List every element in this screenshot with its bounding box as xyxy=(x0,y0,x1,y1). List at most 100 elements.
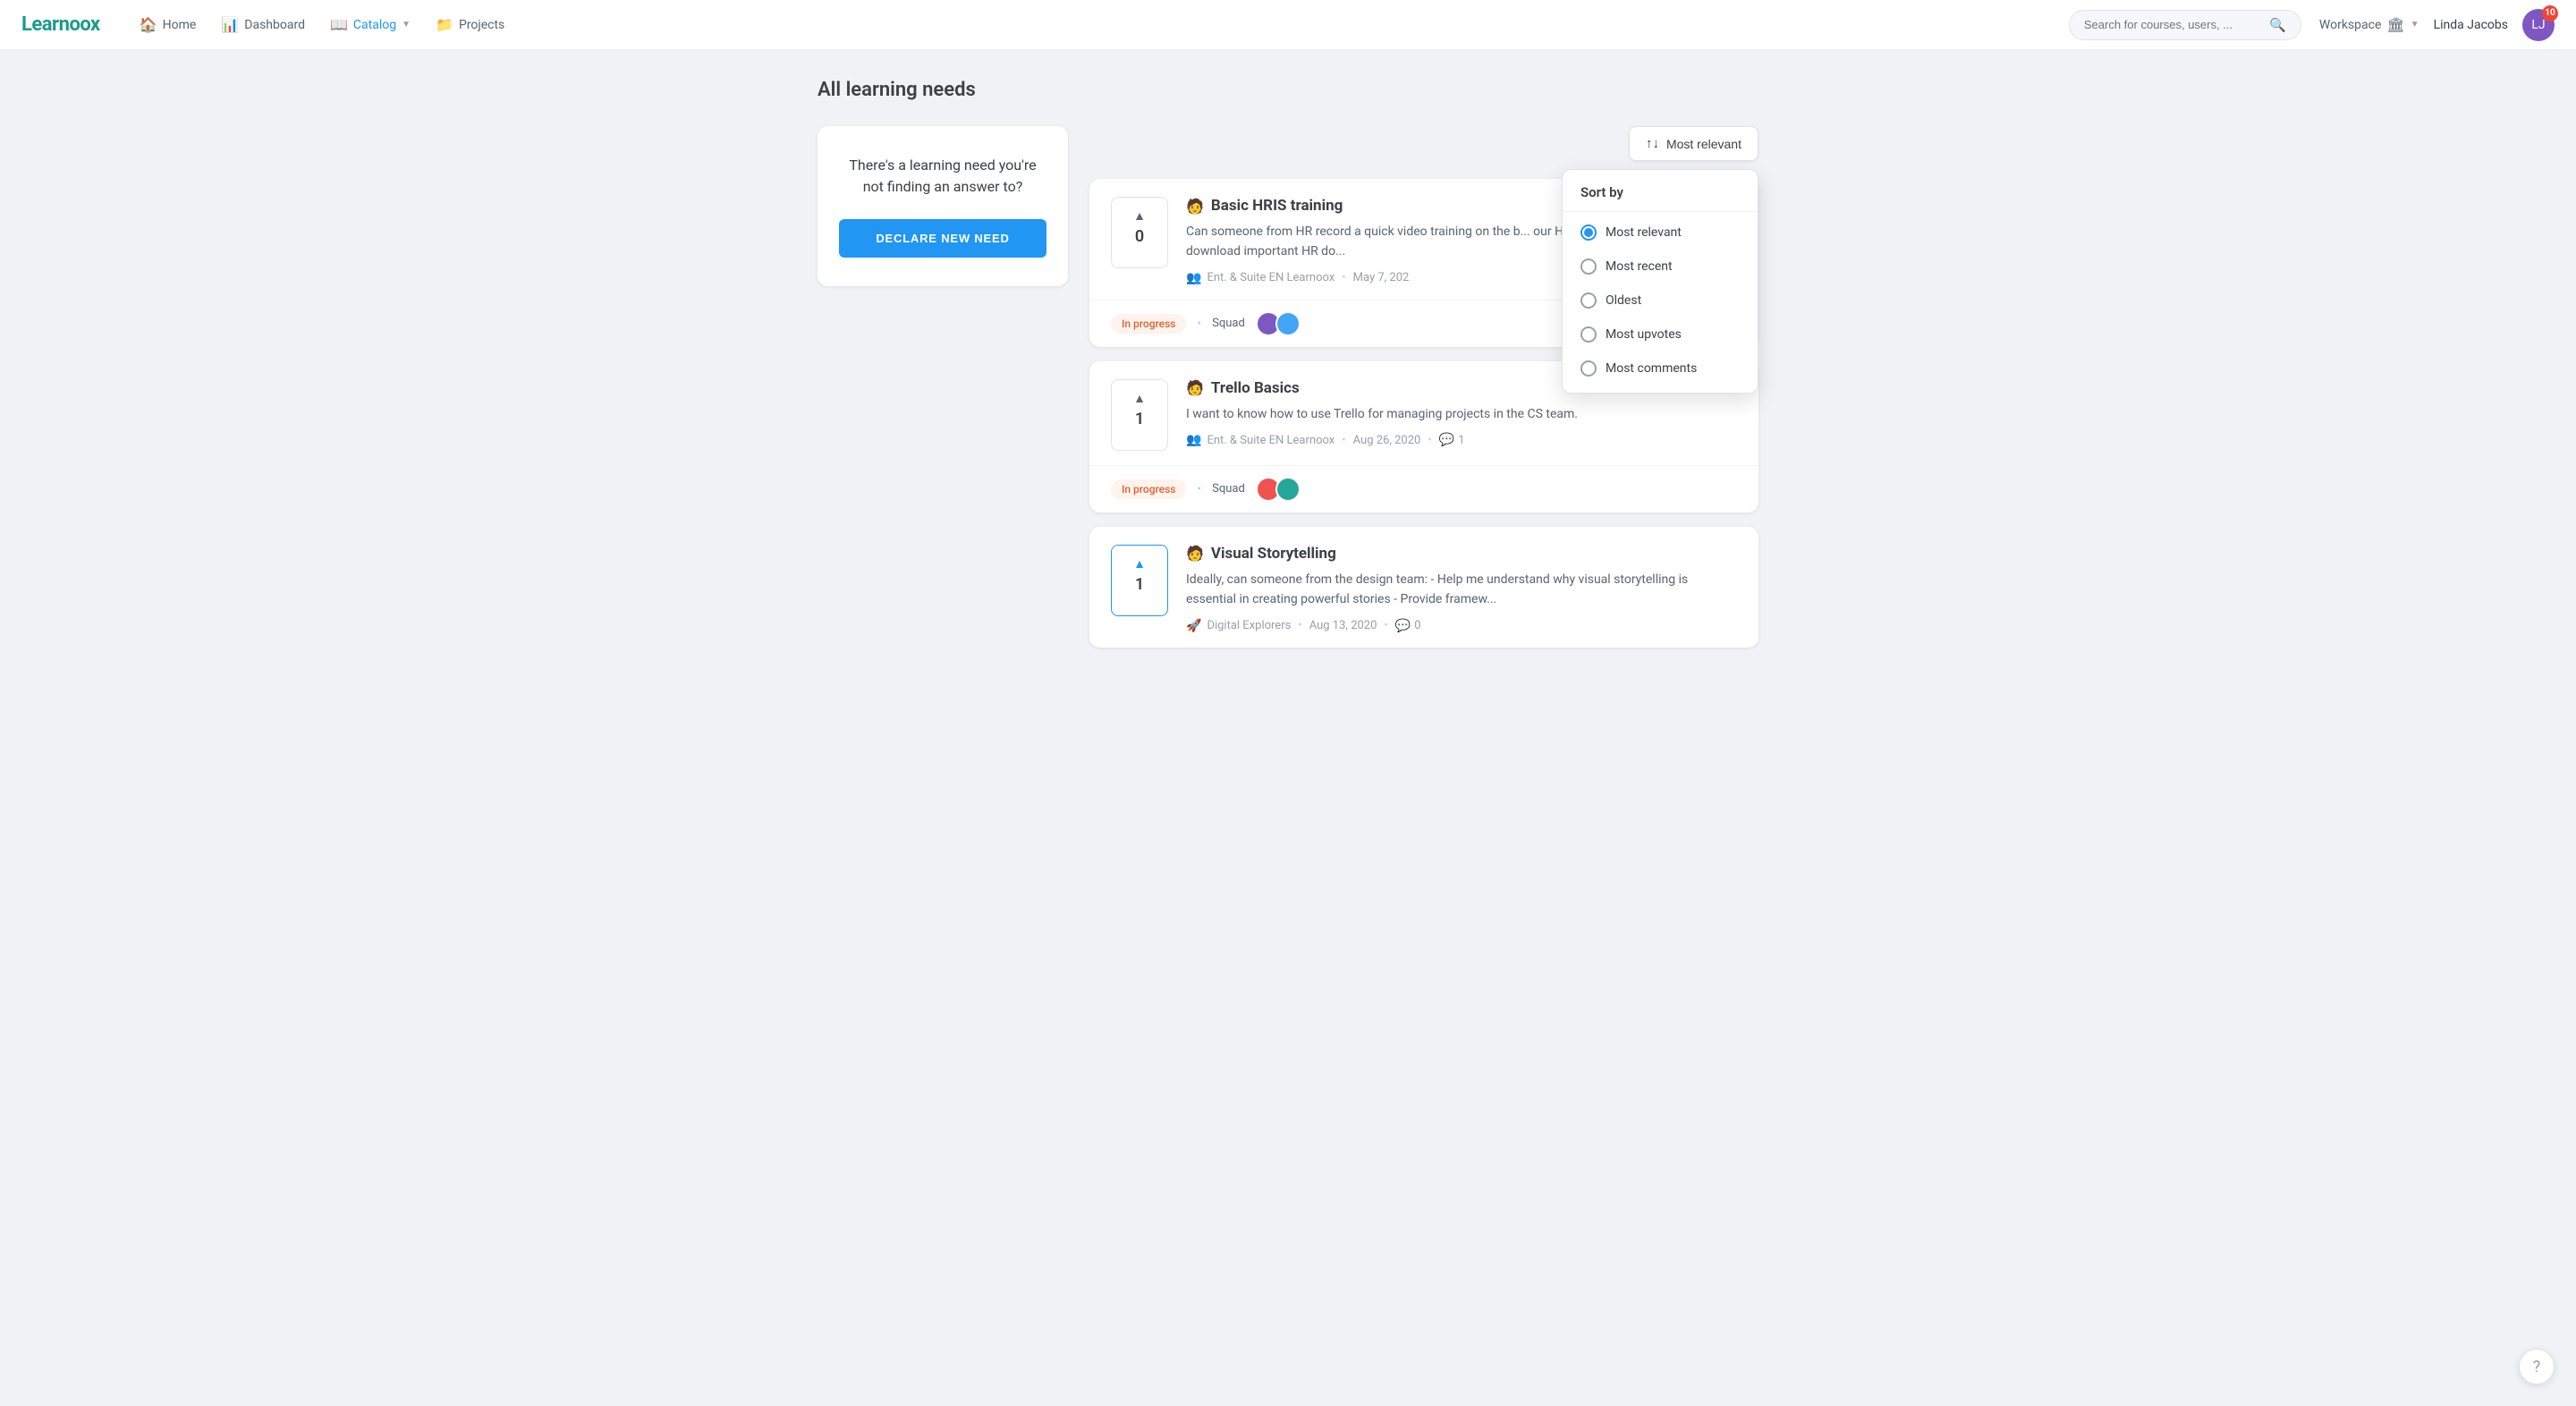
comment-count-2: 1 xyxy=(1458,434,1464,447)
need-meta-3: 🚀 Digital Explorers • Aug 13, 2020 • 💬 0 xyxy=(1186,619,1737,633)
squad-label-2: Squad xyxy=(1212,482,1245,495)
need-desc-3: Ideally, can someone from the design tea… xyxy=(1186,570,1737,610)
sort-dropdown: Sort by Most relevant Most recent Oldest xyxy=(1562,169,1758,394)
sort-bar: ↑↓ Most relevant Sort by Most relevant M xyxy=(1089,126,1758,161)
navbar: Learnoox 🏠 Home 📊 Dashboard 📖 Catalog ▼ … xyxy=(0,0,2576,50)
sort-option-most-comments[interactable]: Most comments xyxy=(1563,352,1758,385)
nav-catalog[interactable]: 📖 Catalog ▼ xyxy=(319,9,421,40)
sort-option-most-recent-label: Most recent xyxy=(1606,259,1673,274)
sort-button-label: Most relevant xyxy=(1666,137,1741,151)
group-icon-1: 👥 xyxy=(1186,271,1201,285)
vote-box-2[interactable]: ▲ 1 xyxy=(1111,379,1168,451)
need-card-bottom-2: In progress • Squad xyxy=(1089,465,1758,512)
squad-label-1: Squad xyxy=(1212,317,1245,330)
nav-projects-label: Projects xyxy=(459,18,504,32)
need-date-3: Aug 13, 2020 xyxy=(1309,619,1377,632)
workspace-button[interactable]: Workspace 🏛 ▼ xyxy=(2319,16,2419,33)
content-layout: There's a learning need you're not findi… xyxy=(818,126,1758,648)
need-header-3: 🧑 Visual Storytelling xyxy=(1186,545,1737,563)
squad-avatars-1 xyxy=(1256,311,1301,336)
sort-option-most-relevant-label: Most relevant xyxy=(1606,225,1682,240)
comment-wrap-2: 💬 1 xyxy=(1439,433,1465,447)
sidebar-promo-text: There's a learning need you're not findi… xyxy=(839,155,1046,198)
need-meta-2: 👥 Ent. & Suite EN Learnoox • Aug 26, 202… xyxy=(1186,433,1737,447)
nav-home[interactable]: 🏠 Home xyxy=(129,9,208,40)
need-group-2: 👥 Ent. & Suite EN Learnoox xyxy=(1186,433,1335,447)
vote-count-2: 1 xyxy=(1135,410,1144,428)
group-name-1: Ent. & Suite EN Learnoox xyxy=(1207,271,1335,284)
status-badge-1: In progress xyxy=(1111,314,1186,334)
search-bar: 🔍 xyxy=(2069,10,2301,40)
need-user-avatar-3: 🧑 xyxy=(1186,545,1204,562)
upvote-arrow-3: ▲ xyxy=(1133,556,1146,572)
meta-sep-3b: • xyxy=(1384,619,1387,632)
upvote-arrow-2: ▲ xyxy=(1133,391,1146,406)
sort-button[interactable]: ↑↓ Most relevant xyxy=(1629,126,1758,161)
need-content-3: 🧑 Visual Storytelling Ideally, can someo… xyxy=(1186,545,1737,633)
catalog-icon: 📖 xyxy=(330,16,348,33)
need-title-2: Trello Basics xyxy=(1211,379,1300,397)
home-icon: 🏠 xyxy=(140,16,157,33)
need-title-1: Basic HRIS training xyxy=(1211,197,1343,215)
nav-projects[interactable]: 📁 Projects xyxy=(425,9,515,40)
nav-catalog-label: Catalog xyxy=(353,18,396,32)
nav-dashboard[interactable]: 📊 Dashboard xyxy=(210,9,316,40)
sort-option-most-upvotes-label: Most upvotes xyxy=(1606,327,1682,342)
sort-option-most-comments-label: Most comments xyxy=(1606,361,1697,376)
sort-icon: ↑↓ xyxy=(1646,136,1659,151)
declare-new-need-button[interactable]: DECLARE NEW NEED xyxy=(839,219,1046,258)
logo[interactable]: Learnoox xyxy=(21,13,100,36)
sort-option-oldest[interactable]: Oldest xyxy=(1563,284,1758,318)
help-button[interactable]: ? xyxy=(2519,1349,2555,1385)
need-group-1: 👥 Ent. & Suite EN Learnoox xyxy=(1186,271,1335,285)
comment-count-3: 0 xyxy=(1414,619,1420,632)
sort-option-most-relevant[interactable]: Most relevant xyxy=(1563,216,1758,250)
sort-radio-oldest xyxy=(1580,292,1597,309)
meta-sep-3: • xyxy=(1298,619,1301,632)
nav-right: Workspace 🏛 ▼ Linda Jacobs LJ 10 xyxy=(2319,9,2555,41)
projects-icon: 📁 xyxy=(436,16,453,33)
items-list: ↑↓ Most relevant Sort by Most relevant M xyxy=(1089,126,1758,648)
sort-radio-most-recent xyxy=(1580,258,1597,275)
group-icon-2: 👥 xyxy=(1186,433,1201,447)
workspace-chevron-icon: ▼ xyxy=(2411,20,2419,30)
group-icon-3: 🚀 xyxy=(1186,619,1201,633)
vote-box-3[interactable]: ▲ 1 xyxy=(1111,545,1168,616)
need-card-top-3: ▲ 1 🧑 Visual Storytelling Ideally, can s… xyxy=(1089,527,1758,648)
comment-icon-3: 💬 xyxy=(1395,619,1411,633)
group-name-3: Digital Explorers xyxy=(1207,619,1291,632)
sort-option-oldest-label: Oldest xyxy=(1606,293,1641,308)
vote-count-3: 1 xyxy=(1135,575,1144,594)
sort-radio-most-upvotes xyxy=(1580,326,1597,343)
sort-radio-most-relevant xyxy=(1580,224,1597,241)
sort-option-most-upvotes[interactable]: Most upvotes xyxy=(1563,318,1758,352)
need-group-3: 🚀 Digital Explorers xyxy=(1186,619,1291,633)
group-name-2: Ent. & Suite EN Learnoox xyxy=(1207,434,1335,447)
search-input[interactable] xyxy=(2084,18,2262,31)
user-name: Linda Jacobs xyxy=(2434,18,2508,32)
sidebar-card: There's a learning need you're not findi… xyxy=(818,126,1068,286)
need-title-3: Visual Storytelling xyxy=(1211,545,1336,563)
comment-wrap-3: 💬 0 xyxy=(1395,619,1421,633)
status-badge-2: In progress xyxy=(1111,479,1186,499)
squad-avatars-2 xyxy=(1256,477,1301,502)
bottom-dot-sep-1: • xyxy=(1197,317,1201,331)
vote-box-1[interactable]: ▲ 0 xyxy=(1111,197,1168,268)
nav-links: 🏠 Home 📊 Dashboard 📖 Catalog ▼ 📁 Project… xyxy=(129,9,516,40)
bottom-dot-sep-2: • xyxy=(1197,482,1201,496)
main-content: All learning needs There's a learning ne… xyxy=(796,50,1780,676)
squad-avatar-1b xyxy=(1275,311,1301,336)
upvote-arrow-1: ▲ xyxy=(1133,208,1146,224)
search-icon: 🔍 xyxy=(2269,17,2286,33)
need-date-1: May 7, 202 xyxy=(1353,271,1410,284)
page-title: All learning needs xyxy=(818,79,1758,101)
squad-avatar-2b xyxy=(1275,477,1301,502)
sort-radio-dot xyxy=(1584,228,1593,237)
comment-icon-2: 💬 xyxy=(1439,433,1454,447)
sort-option-most-recent[interactable]: Most recent xyxy=(1563,250,1758,284)
need-user-avatar-2: 🧑 xyxy=(1186,379,1204,396)
avatar-wrap: LJ 10 xyxy=(2522,9,2555,41)
sort-radio-most-comments xyxy=(1580,360,1597,377)
need-user-avatar-1: 🧑 xyxy=(1186,198,1204,215)
learning-need-card-3: ▲ 1 🧑 Visual Storytelling Ideally, can s… xyxy=(1089,527,1758,648)
